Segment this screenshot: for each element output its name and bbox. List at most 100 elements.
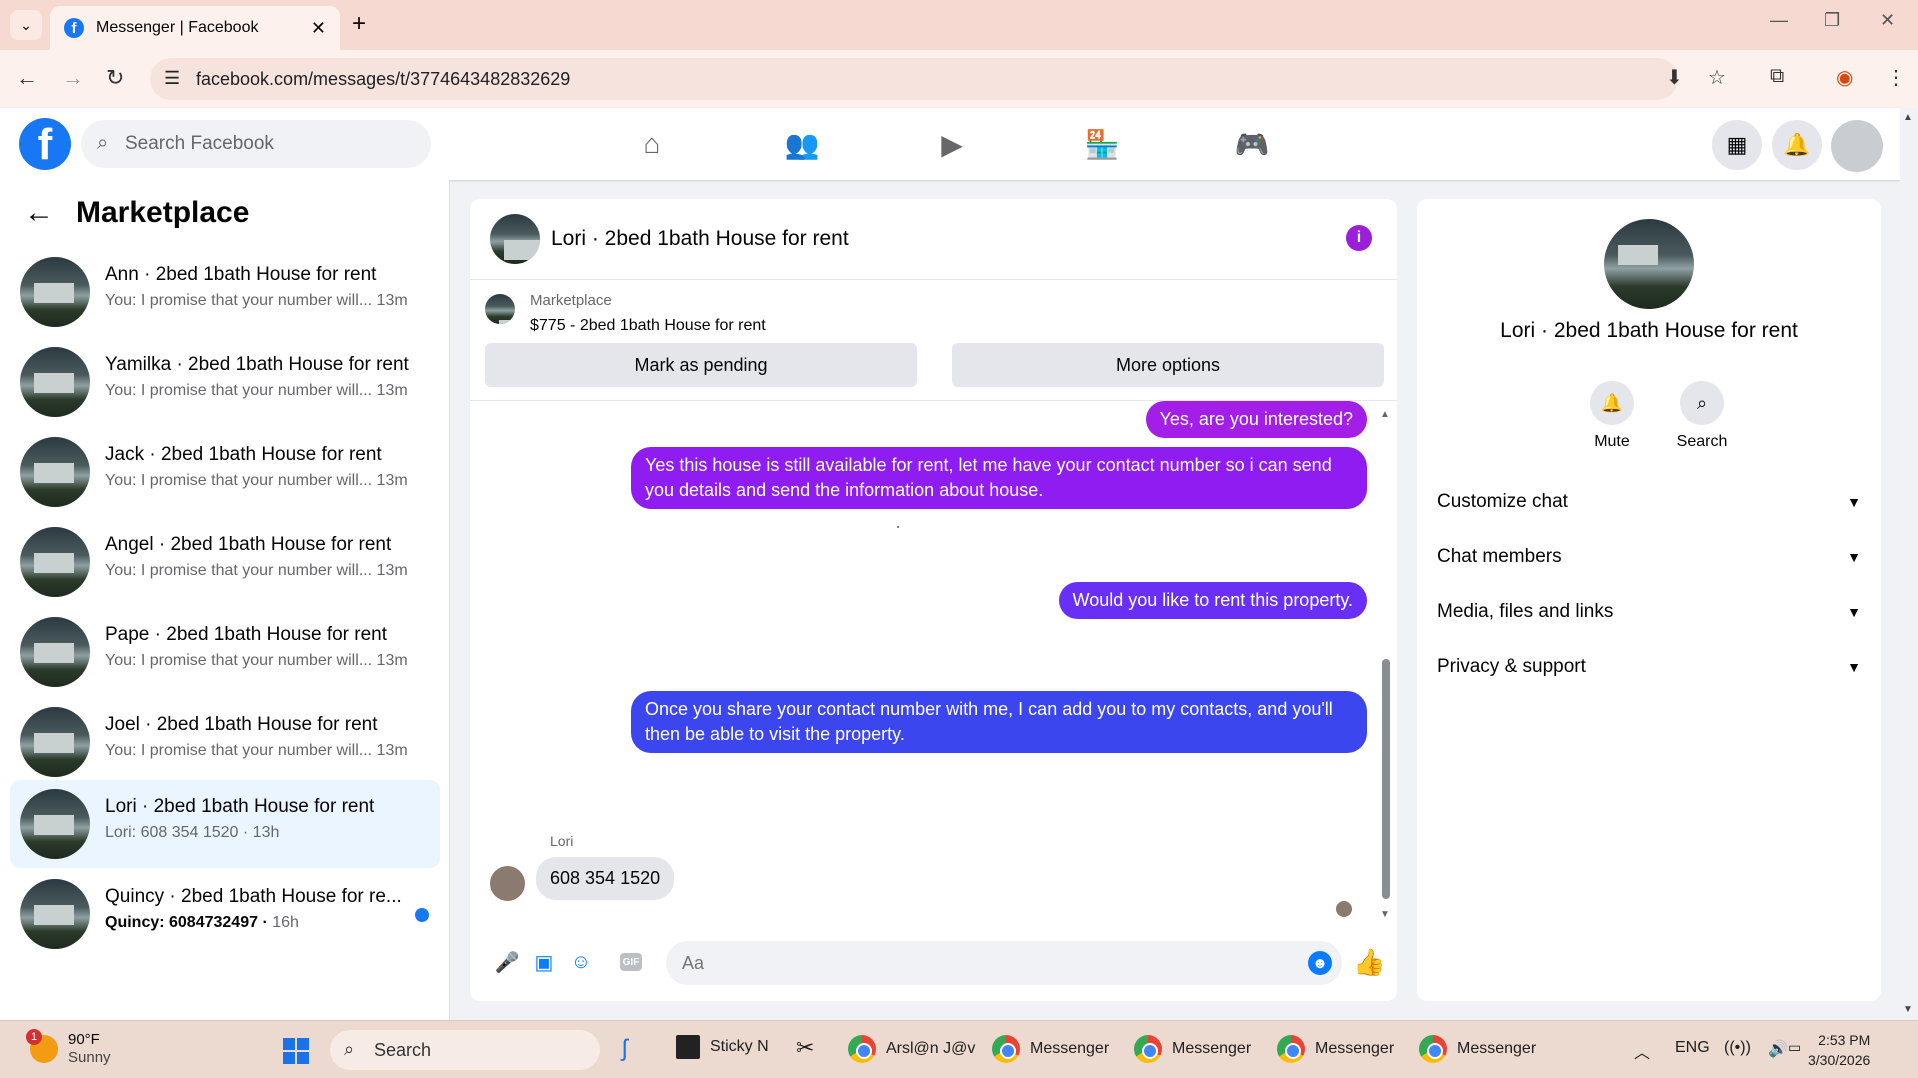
back-arrow-icon[interactable]: ← [24, 196, 54, 230]
marketplace-icon[interactable]: 🏪 [1082, 128, 1122, 161]
tab-search-button[interactable]: ⌄ [10, 10, 42, 40]
home-icon[interactable]: ⌂ [632, 128, 672, 160]
language-indicator[interactable]: ENG [1675, 1039, 1710, 1057]
seen-receipt-avatar [1336, 901, 1352, 917]
sender-avatar[interactable] [490, 866, 525, 901]
site-settings-icon[interactable]: ☰ [164, 68, 180, 89]
conversation-preview: You: I promise that your number will... … [105, 382, 408, 399]
browser-tab[interactable]: f Messenger | Facebook ✕ [50, 6, 340, 50]
bookmark-star-icon[interactable]: ☆ [1708, 65, 1726, 90]
info-icon[interactable]: i [1346, 225, 1372, 251]
windows-start-icon[interactable] [283, 1038, 309, 1064]
chrome-window-1[interactable]: Arsl@n J@v [848, 1035, 975, 1063]
facebook-logo[interactable]: f [19, 118, 71, 170]
weather-widget[interactable]: 1 90°F Sunny [26, 1029, 111, 1067]
more-menu-icon[interactable]: ⋮ [1886, 65, 1906, 90]
chrome-window-3[interactable]: Messenger [1134, 1035, 1251, 1063]
forward-arrow-icon[interactable]: → [62, 65, 84, 91]
wifi-icon[interactable]: ((•)) [1724, 1039, 1751, 1057]
back-arrow-icon[interactable]: ← [16, 65, 38, 91]
conversation-item[interactable]: Jack · 2bed 1bath House for rent You: I … [10, 428, 440, 516]
taskbar-search[interactable]: ⌕ Search [330, 1030, 600, 1070]
sticker-icon[interactable]: ☺ [568, 949, 594, 975]
more-options-button[interactable]: More options [952, 343, 1384, 387]
scroll-down-icon[interactable]: ▼ [1903, 1004, 1913, 1015]
scroll-up-icon[interactable]: ▲ [1903, 112, 1913, 123]
mark-as-pending-button[interactable]: Mark as pending [485, 343, 917, 387]
scrollbar-thumb[interactable] [1382, 659, 1390, 899]
conversation-item[interactable]: Joel · 2bed 1bath House for rent You: I … [10, 698, 440, 786]
conversation-name: Yamilka · 2bed 1bath House for rent [105, 354, 409, 375]
close-tab-icon[interactable]: ✕ [311, 18, 326, 39]
listing-avatar [20, 437, 90, 507]
chat-members-section[interactable]: Chat members ▼ [1437, 537, 1861, 577]
listing-thumbnail[interactable] [485, 294, 515, 324]
facebook-search-input[interactable]: ⌕ Search Facebook [81, 120, 431, 168]
install-app-icon[interactable]: ⬇ [1666, 65, 1683, 90]
photo-icon[interactable]: ▣ [531, 949, 557, 975]
search-icon: ⌕ [97, 132, 109, 154]
friends-icon[interactable]: 👥 [782, 128, 822, 161]
app-s-icon[interactable]: ʃ [622, 1035, 627, 1063]
conversation-name: Angel · 2bed 1bath House for rent [105, 534, 392, 555]
scroll-down-icon[interactable]: ▼ [1380, 909, 1390, 920]
close-window-icon[interactable]: ✕ [1880, 10, 1895, 31]
microphone-icon[interactable]: 🎤 [494, 949, 520, 975]
gif-icon[interactable]: GIF [620, 953, 642, 971]
notifications-bell-icon[interactable]: 🔔 [1772, 120, 1822, 170]
sent-message[interactable]: Would you like to rent this property. [1058, 582, 1367, 619]
battery-icon[interactable]: ▭ [1788, 1039, 1801, 1056]
chat-scrollbar[interactable]: ▲ ▼ [1380, 409, 1390, 920]
sent-message[interactable]: Yes, are you interested? [1145, 401, 1367, 438]
sent-message[interactable]: Yes this house is still available for re… [631, 447, 1367, 509]
menu-grid-icon[interactable]: ▦ [1712, 120, 1762, 170]
conversation-item-active[interactable]: Lori · 2bed 1bath House for rent Lori: 6… [10, 780, 440, 868]
thumbs-up-icon[interactable]: 👍 [1353, 947, 1385, 978]
emoji-icon[interactable]: ☻ [1308, 951, 1332, 975]
message-input[interactable] [666, 941, 1342, 985]
restore-icon[interactable]: ❐ [1824, 10, 1840, 31]
chat-profile-name: Lori · 2bed 1bath House for rent [1500, 319, 1798, 342]
listing-price[interactable]: $775 - 2bed 1bath House for rent [530, 317, 766, 335]
page-scrollbar[interactable]: ▲ ▼ [1900, 108, 1918, 1020]
media-files-links-section[interactable]: Media, files and links ▼ [1437, 592, 1861, 632]
chrome-icon [1134, 1035, 1162, 1063]
chat-title[interactable]: Lori · 2bed 1bath House for rent [551, 227, 849, 251]
gaming-icon[interactable]: 🎮 [1232, 128, 1272, 161]
conversation-item[interactable]: Yamilka · 2bed 1bath House for rent You:… [10, 338, 440, 426]
privacy-support-section[interactable]: Privacy & support ▼ [1437, 647, 1861, 687]
url-field[interactable]: ☰ facebook.com/messages/t/37746434828326… [150, 58, 1678, 100]
snipping-tool-icon[interactable]: ✂ [796, 1035, 814, 1061]
address-bar-row: ← → ↻ ☰ facebook.com/messages/t/37746434… [0, 50, 1918, 108]
chat-avatar[interactable] [490, 214, 540, 264]
new-tab-button[interactable]: + [352, 10, 366, 38]
profile-icon[interactable]: ◉ [1836, 65, 1853, 90]
chrome-window-5[interactable]: Messenger [1419, 1035, 1536, 1063]
chat-profile-avatar[interactable] [1604, 219, 1694, 309]
sun-icon: 1 [26, 1029, 58, 1063]
extensions-icon[interactable]: ⧉ [1770, 65, 1784, 88]
conversation-item[interactable]: Angel · 2bed 1bath House for rent You: I… [10, 518, 440, 606]
sent-message[interactable]: Once you share your contact number with … [631, 691, 1367, 753]
account-avatar[interactable] [1831, 120, 1883, 172]
chrome-window-2[interactable]: Messenger [992, 1035, 1109, 1063]
chrome-window-4[interactable]: Messenger [1277, 1035, 1394, 1063]
chevron-up-icon[interactable]: ︿ [1634, 1039, 1650, 1063]
video-icon[interactable]: ▶ [932, 128, 972, 161]
customize-chat-section[interactable]: Customize chat ▼ [1437, 482, 1861, 522]
windows-taskbar: 1 90°F Sunny ⌕ Search ʃ Sticky N ✂ Arsl@… [0, 1020, 1918, 1078]
conversation-name: Jack · 2bed 1bath House for rent [105, 444, 382, 465]
mute-button[interactable]: 🔔 Mute [1577, 381, 1647, 451]
scroll-up-icon[interactable]: ▲ [1380, 409, 1390, 420]
system-clock[interactable]: 2:53 PM 3/30/2026 [1808, 1030, 1870, 1070]
conversation-item[interactable]: Ann · 2bed 1bath House for rent You: I p… [10, 248, 440, 336]
conversation-item-unread[interactable]: Quincy · 2bed 1bath House for re... Quin… [10, 870, 440, 958]
search-conversation-button[interactable]: ⌕ Search [1667, 381, 1737, 451]
minimize-icon[interactable]: — [1770, 10, 1788, 31]
conversation-item[interactable]: Pape · 2bed 1bath House for rent You: I … [10, 608, 440, 696]
reload-icon[interactable]: ↻ [106, 65, 124, 91]
message-composer: 🎤 ▣ ☺ GIF ☻ 👍 [470, 927, 1397, 1001]
sticky-notes-app[interactable]: Sticky N [676, 1035, 769, 1059]
received-message[interactable]: 608 354 1520 [536, 857, 675, 900]
volume-icon[interactable]: 🔊 [1768, 1039, 1788, 1059]
